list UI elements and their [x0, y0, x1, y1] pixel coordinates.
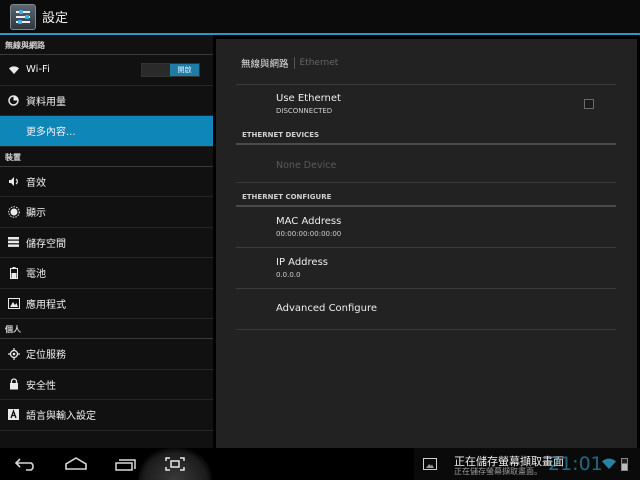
sidebar-item-label: 資料用量: [26, 96, 66, 108]
sidebar-item-label: 定位服務: [26, 350, 66, 362]
notification-subtitle: 正在儲存螢幕擷取畫面。: [454, 467, 542, 476]
breadcrumb-parent[interactable]: 無線與網路: [241, 56, 289, 70]
apps-icon: [7, 297, 20, 310]
breadcrumb: 無線與網路 Ethernet: [241, 56, 338, 70]
home-button[interactable]: [56, 448, 96, 480]
sidebar-item-language[interactable]: 語言與輸入設定: [0, 400, 213, 431]
ip-address-pref[interactable]: IP Address 0.0.0.0: [276, 257, 328, 279]
picture-icon: [423, 458, 437, 470]
sidebar-item-wifi[interactable]: Wi-Fi 開啟: [0, 55, 213, 86]
sidebar-item-data-usage[interactable]: 資料用量: [0, 86, 213, 116]
sidebar-item-battery[interactable]: 電池: [0, 258, 213, 289]
wifi-signal-icon: [602, 458, 616, 469]
data-usage-icon: [7, 94, 20, 107]
sidebar-item-label: 應用程式: [26, 299, 66, 311]
sidebar-item-sound[interactable]: 音效: [0, 167, 213, 197]
wifi-toggle-on: 開啟: [170, 64, 199, 76]
screenshot-icon: [165, 457, 185, 471]
sidebar-item-label: 音效: [26, 177, 46, 189]
section-header-device: 裝置: [0, 147, 213, 167]
battery-icon: [7, 266, 20, 279]
breadcrumb-current: Ethernet: [299, 58, 339, 68]
use-ethernet-status: DISCONNECTED: [276, 107, 333, 115]
sidebar-item-label: 更多內容...: [26, 127, 76, 139]
keyboard-a-icon: [7, 408, 20, 421]
use-ethernet-pref[interactable]: Use Ethernet DISCONNECTED: [276, 93, 341, 115]
ip-address-value: 0.0.0.0: [276, 271, 301, 279]
settings-app-icon[interactable]: [10, 3, 36, 30]
home-icon: [65, 457, 87, 470]
divider: [236, 247, 616, 248]
sidebar-item-label: 電池: [26, 269, 46, 281]
advanced-configure-title: Advanced Configure: [276, 303, 378, 314]
settings-sidebar: 無線與網路 Wi-Fi 開啟 資料用量 更多內容... 裝置 音效 顯示 儲存空…: [0, 35, 213, 448]
action-bar: 設定: [0, 0, 640, 33]
ethernet-configure-header: ETHERNET CONFIGURE: [242, 193, 332, 201]
category-divider: [236, 143, 616, 145]
recent-apps-icon: [115, 459, 136, 471]
breadcrumb-divider: [293, 57, 295, 69]
sidebar-item-label: 儲存空間: [26, 238, 66, 250]
section-header-wireless: 無線與網路: [0, 35, 213, 55]
lock-icon: [7, 378, 20, 391]
category-divider: [236, 205, 616, 207]
divider: [236, 329, 616, 330]
battery-status-icon: [621, 458, 628, 471]
ip-address-title: IP Address: [276, 257, 328, 268]
wifi-toggle[interactable]: 開啟: [141, 63, 200, 77]
clock: 21:01: [548, 453, 603, 475]
mac-address-pref[interactable]: MAC Address 00:00:00:00:00:00: [276, 216, 341, 238]
advanced-configure-pref[interactable]: Advanced Configure: [276, 303, 377, 314]
location-icon: [7, 347, 20, 360]
divider: [236, 288, 616, 289]
sidebar-item-more[interactable]: 更多內容...: [0, 116, 213, 147]
none-device-item: None Device: [276, 160, 337, 171]
section-header-personal: 個人: [0, 319, 213, 339]
mac-address-title: MAC Address: [276, 216, 342, 227]
brightness-icon: [7, 205, 20, 218]
ethernet-settings-panel: 無線與網路 Ethernet Use Ethernet DISCONNECTED…: [216, 39, 637, 448]
sidebar-item-label: 安全性: [26, 380, 56, 392]
sidebar-item-label: 顯示: [26, 208, 46, 220]
sidebar-item-location[interactable]: 定位服務: [0, 339, 213, 370]
sidebar-item-security[interactable]: 安全性: [0, 370, 213, 400]
wifi-icon: [7, 63, 20, 76]
divider: [236, 84, 616, 85]
volume-icon: [7, 175, 20, 188]
sidebar-item-display[interactable]: 顯示: [0, 197, 213, 228]
sidebar-item-label: Wi-Fi: [26, 64, 50, 76]
status-notification-area[interactable]: 正在儲存螢幕擷取畫面 正在儲存螢幕擷取畫面。 21:01: [414, 448, 640, 480]
back-icon: [14, 458, 34, 471]
page-title: 設定: [42, 11, 69, 26]
back-button[interactable]: [6, 448, 46, 480]
use-ethernet-checkbox[interactable]: [584, 99, 594, 109]
storage-icon: [7, 236, 20, 249]
divider: [236, 182, 616, 183]
screenshot-button[interactable]: [138, 448, 212, 480]
sidebar-item-apps[interactable]: 應用程式: [0, 289, 213, 319]
mac-address-value: 00:00:00:00:00:00: [276, 230, 342, 238]
sidebar-item-storage[interactable]: 儲存空間: [0, 228, 213, 258]
sidebar-item-label: 語言與輸入設定: [26, 411, 96, 423]
use-ethernet-title: Use Ethernet: [276, 93, 341, 104]
ethernet-devices-header: ETHERNET DEVICES: [242, 131, 320, 139]
